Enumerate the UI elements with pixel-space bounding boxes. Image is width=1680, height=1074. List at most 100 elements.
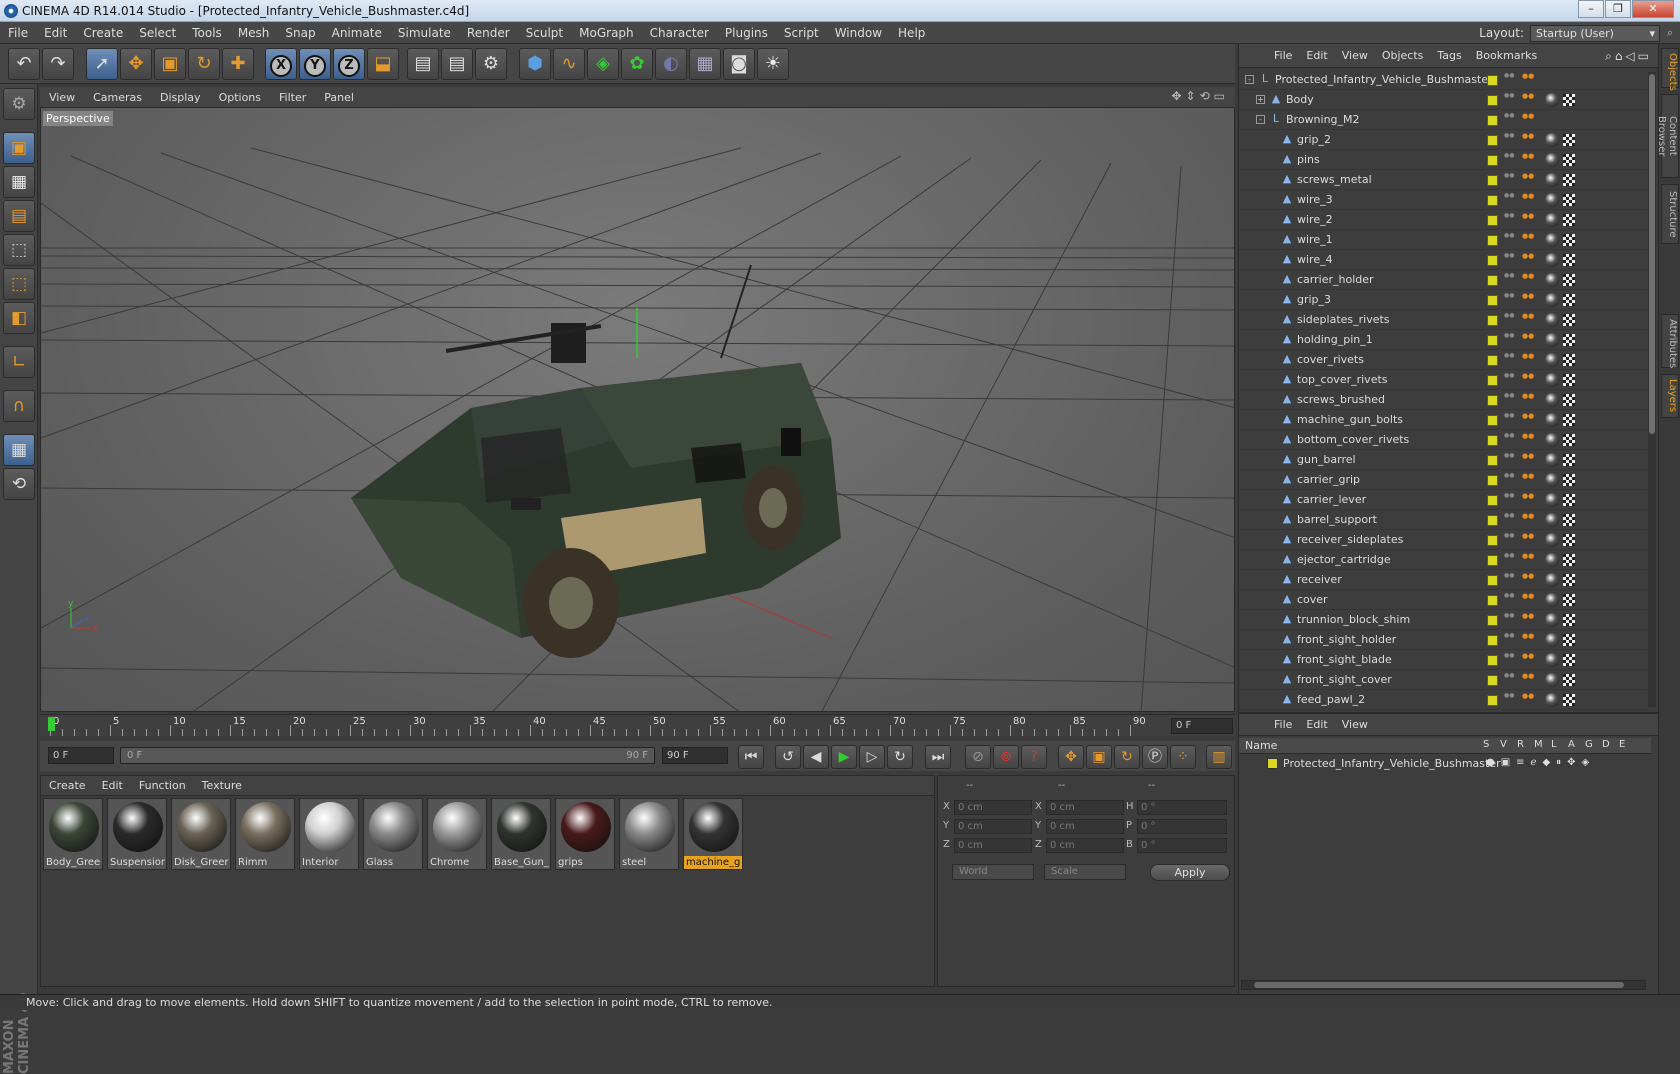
visibility-dots-icon[interactable]: ●● xyxy=(1504,612,1514,619)
phong-tag-icon[interactable]: ●● xyxy=(1522,473,1534,480)
object-row[interactable]: ▲ holding_pin_1 ●● ●● xyxy=(1239,330,1647,350)
workplane-mode-icon[interactable]: ▤ xyxy=(3,200,35,232)
material-swatch[interactable]: grips xyxy=(555,798,615,870)
layer-color-icon[interactable] xyxy=(1487,595,1498,606)
max-frame-field[interactable]: 90 F xyxy=(662,747,728,764)
layer-menu-edit[interactable]: Edit xyxy=(1299,718,1334,731)
texture-tag-icon[interactable] xyxy=(1563,314,1575,326)
phong-tag-icon[interactable]: ●● xyxy=(1522,533,1534,540)
object-row[interactable]: ▲ screws_brushed ●● ●● xyxy=(1239,390,1647,410)
phong-tag-icon[interactable]: ●● xyxy=(1522,313,1534,320)
menu-item-sculpt[interactable]: Sculpt xyxy=(518,26,571,40)
array-icon[interactable]: ✿ xyxy=(621,48,653,80)
layer-row[interactable]: Protected_Infantry_Vehicle_Bushmaster ●▣… xyxy=(1239,755,1651,773)
timeline-ruler[interactable]: 0 5 10 15 20 25 30 35 40 45 50 55 60 65 70 75 80 85 90 xyxy=(48,715,1160,737)
redo-icon[interactable]: ↷ xyxy=(42,48,74,80)
apply-button[interactable]: Apply xyxy=(1150,864,1230,881)
material-swatch[interactable]: machine_g xyxy=(683,798,743,870)
coord-field[interactable]: 0 ° xyxy=(1137,819,1227,834)
visibility-dots-icon[interactable]: ●● xyxy=(1504,172,1514,179)
material-swatch[interactable]: Interior xyxy=(299,798,359,870)
phong-tag-icon[interactable]: ●● xyxy=(1522,593,1534,600)
phong-tag-icon[interactable]: ●● xyxy=(1522,333,1534,340)
object-row[interactable]: + ▲ Body ●● ●● xyxy=(1239,90,1647,110)
layer-color-icon[interactable] xyxy=(1487,355,1498,366)
menu-item-character[interactable]: Character xyxy=(642,26,717,40)
phong-tag-icon[interactable]: ●● xyxy=(1522,213,1534,220)
object-row[interactable]: ▲ wire_3 ●● ●● xyxy=(1239,190,1647,210)
layer-color-icon[interactable] xyxy=(1487,635,1498,646)
texture-tag-icon[interactable] xyxy=(1563,334,1575,346)
menu-item-script[interactable]: Script xyxy=(776,26,827,40)
side-tab-attributes[interactable]: Attributes xyxy=(1661,314,1679,368)
collapse-icon[interactable]: - xyxy=(1245,75,1254,84)
object-row[interactable]: ▲ grip_2 ●● ●● xyxy=(1239,130,1647,150)
texture-tag-icon[interactable] xyxy=(1563,454,1575,466)
layer-color-icon[interactable] xyxy=(1487,475,1498,486)
coord-field[interactable]: 0 cm xyxy=(954,838,1032,853)
phong-tag-icon[interactable]: ●● xyxy=(1522,413,1534,420)
visibility-dots-icon[interactable]: ●● xyxy=(1504,472,1514,479)
move-icon[interactable]: ✥ xyxy=(120,48,152,80)
layer-column-s[interactable]: S xyxy=(1483,739,1489,750)
material-swatch[interactable]: Body_Gree xyxy=(43,798,103,870)
visibility-dots-icon[interactable]: ●● xyxy=(1504,272,1514,279)
texture-tag-icon[interactable] xyxy=(1563,614,1575,626)
material-menu-create[interactable]: Create xyxy=(41,779,94,792)
spline-icon[interactable]: ∿ xyxy=(553,48,585,80)
visibility-dots-icon[interactable]: ●● xyxy=(1504,252,1514,259)
phong-tag-icon[interactable]: ●● xyxy=(1522,393,1534,400)
layer-color-icon[interactable] xyxy=(1487,75,1498,86)
render-view-icon[interactable]: ▤ xyxy=(407,48,439,80)
material-tag-icon[interactable] xyxy=(1545,233,1559,247)
visibility-dots-icon[interactable]: ●● xyxy=(1504,192,1514,199)
texture-tag-icon[interactable] xyxy=(1563,174,1575,186)
range-slider[interactable]: 0 F 90 F xyxy=(120,747,655,764)
make-editable-icon[interactable]: ⚙ xyxy=(3,88,35,120)
visibility-dots-icon[interactable]: ●● xyxy=(1504,592,1514,599)
deformer-icon[interactable]: ◐ xyxy=(655,48,687,80)
layer-column-a[interactable]: A xyxy=(1568,739,1575,750)
layer-flag-icons[interactable]: ●▣≡ℯ◆⏸✥◈ xyxy=(1486,757,1595,768)
material-menu-edit[interactable]: Edit xyxy=(94,779,131,792)
material-tag-icon[interactable] xyxy=(1545,473,1559,487)
layer-menu-file[interactable]: File xyxy=(1267,718,1299,731)
material-tag-icon[interactable] xyxy=(1545,573,1559,587)
phong-tag-icon[interactable]: ●● xyxy=(1522,633,1534,640)
object-row[interactable]: ▲ gun_barrel ●● ●● xyxy=(1239,450,1647,470)
layer-menu-view[interactable]: View xyxy=(1335,718,1375,731)
visibility-dots-icon[interactable]: ●● xyxy=(1504,332,1514,339)
polygons-mode-icon[interactable]: ◧ xyxy=(3,302,35,334)
viewport-menu-view[interactable]: View xyxy=(40,91,84,104)
material-tag-icon[interactable] xyxy=(1545,633,1559,647)
material-tag-icon[interactable] xyxy=(1545,153,1559,167)
coord-field[interactable]: 0 cm xyxy=(1046,800,1124,815)
material-tag-icon[interactable] xyxy=(1545,693,1559,707)
menu-item-select[interactable]: Select xyxy=(131,26,184,40)
layer-color-icon[interactable] xyxy=(1487,435,1498,446)
layer-color-icon[interactable] xyxy=(1487,455,1498,466)
coord-field[interactable]: 0 cm xyxy=(954,819,1032,834)
phong-tag-icon[interactable]: ●● xyxy=(1522,373,1534,380)
menu-item-edit[interactable]: Edit xyxy=(36,26,75,40)
layer-color-icon[interactable] xyxy=(1487,535,1498,546)
menu-item-snap[interactable]: Snap xyxy=(277,26,323,40)
layer-column-e[interactable]: E xyxy=(1619,739,1625,750)
layer-column-m[interactable]: M xyxy=(1534,739,1543,750)
key-scale-icon[interactable]: ▣ xyxy=(1086,745,1112,769)
texture-tag-icon[interactable] xyxy=(1563,594,1575,606)
material-tag-icon[interactable] xyxy=(1545,553,1559,567)
viewport-menu-panel[interactable]: Panel xyxy=(315,91,363,104)
visibility-dots-icon[interactable]: ●● xyxy=(1504,232,1514,239)
material-menu-function[interactable]: Function xyxy=(131,779,194,792)
material-swatch[interactable]: Rimm xyxy=(235,798,295,870)
axis-mode-icon[interactable]: ∟ xyxy=(3,346,35,378)
transform-mode-dropdown[interactable]: Scale xyxy=(1044,864,1126,880)
viewport-menu-cameras[interactable]: Cameras xyxy=(84,91,151,104)
material-swatch[interactable]: Glass xyxy=(363,798,423,870)
object-scrollbar[interactable] xyxy=(1648,72,1656,707)
texture-tag-icon[interactable] xyxy=(1563,354,1575,366)
texture-tag-icon[interactable] xyxy=(1563,374,1575,386)
next-key-icon[interactable]: ↻ xyxy=(887,745,913,769)
material-tag-icon[interactable] xyxy=(1545,593,1559,607)
